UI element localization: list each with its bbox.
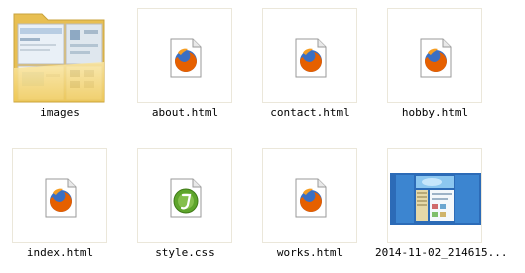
file-thumbnail	[137, 148, 232, 243]
firefox-html-icon	[420, 38, 452, 78]
file-name: index.html	[26, 246, 94, 259]
firefox-html-icon	[295, 178, 327, 218]
file-name: hobby.html	[401, 106, 469, 119]
file-thumbnail	[12, 148, 107, 243]
file-name: style.css	[155, 246, 215, 259]
scrollbar-area	[515, 0, 525, 273]
file-grid: images about.html contact.html hobby.htm…	[0, 0, 525, 273]
folder-thumbnail	[12, 8, 107, 103]
folder-icon	[13, 13, 105, 103]
file-item-contact-html[interactable]: contact.html	[250, 0, 370, 130]
file-name: about.html	[151, 106, 219, 119]
file-thumbnail	[137, 8, 232, 103]
firefox-html-icon	[45, 178, 77, 218]
file-thumbnail	[387, 8, 482, 103]
file-item-about-html[interactable]: about.html	[125, 0, 245, 130]
dreamweaver-css-icon	[170, 178, 202, 218]
file-item-screenshot[interactable]: 2014-11-02_214615...	[375, 140, 508, 270]
file-name: works.html	[276, 246, 344, 259]
firefox-html-icon	[170, 38, 202, 78]
screenshot-thumbnail	[390, 173, 481, 225]
file-name: 2014-11-02_214615...	[375, 246, 508, 259]
file-item-images[interactable]: images	[0, 0, 120, 130]
firefox-html-icon	[295, 38, 327, 78]
file-thumbnail	[262, 8, 357, 103]
file-thumbnail	[387, 148, 482, 243]
file-thumbnail	[262, 148, 357, 243]
file-name: contact.html	[270, 106, 350, 119]
file-name: images	[40, 106, 80, 119]
file-item-index-html[interactable]: index.html	[0, 140, 120, 270]
file-item-works-html[interactable]: works.html	[250, 140, 370, 270]
file-item-hobby-html[interactable]: hobby.html	[375, 0, 495, 130]
file-item-style-css[interactable]: style.css	[125, 140, 245, 270]
